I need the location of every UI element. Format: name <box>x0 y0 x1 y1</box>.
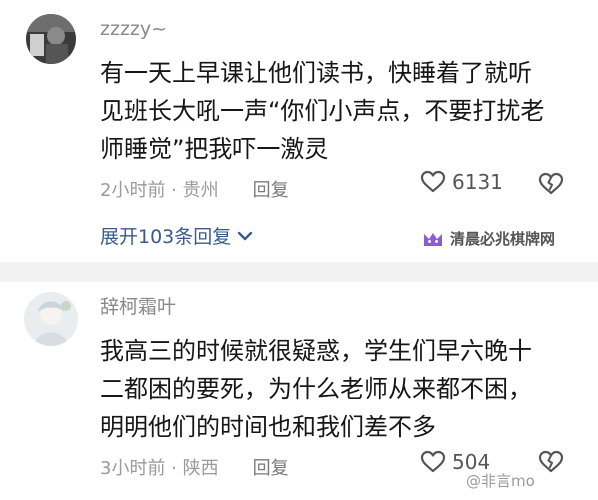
comment-line: 二都困的要死，为什么老师从来都不困， <box>100 375 532 403</box>
broken-heart-icon <box>538 172 564 195</box>
heart-outline-icon <box>420 170 446 193</box>
heart-outline-icon <box>420 450 446 473</box>
brand-logo-icon <box>424 232 442 246</box>
comment-line: 我高三的时候就很疑惑，学生们早六晚十 <box>100 337 532 365</box>
comment-line: 有一天上早课让他们读书，快睡着了就听 <box>100 59 532 87</box>
comment-line: 师睡觉”把我吓一激灵 <box>100 135 329 163</box>
timestamp-location: 2小时前 · 贵州 <box>100 180 219 201</box>
source-watermark: @非言mo <box>466 472 535 490</box>
comment-item: 辞柯霜叶 我高三的时候就很疑惑，学生们早六晚十 二都困的要死，为什么老师从来都不… <box>0 282 598 500</box>
chevron-down-icon <box>238 231 253 240</box>
comment-text: 有一天上早课让他们读书，快睡着了就听 见班长大吼一声“你们小声点，不要打扰老 师… <box>100 54 570 168</box>
comment-text: 我高三的时候就很疑惑，学生们早六晚十 二都困的要死，为什么老师从来都不困， 明明… <box>100 332 570 446</box>
timestamp-location: 3小时前 · 陕西 <box>100 458 219 479</box>
comment-meta: 2小时前 · 贵州 回复 <box>100 176 289 202</box>
broken-heart-icon <box>538 450 564 473</box>
dislike-button[interactable] <box>538 450 564 478</box>
reply-button[interactable]: 回复 <box>253 454 289 480</box>
username[interactable]: 辞柯霜叶 <box>100 292 176 319</box>
like-count: 6131 <box>452 170 503 194</box>
reply-button[interactable]: 回复 <box>253 176 289 202</box>
comment-item: zzzzy~ 有一天上早课让他们读书，快睡着了就听 见班长大吼一声“你们小声点，… <box>0 0 598 262</box>
avatar[interactable] <box>24 292 78 346</box>
comment-divider <box>0 262 598 282</box>
like-button[interactable]: 6131 <box>420 170 503 194</box>
brand-watermark: 清晨必兆棋牌网 <box>422 228 555 249</box>
dislike-button[interactable] <box>538 172 564 200</box>
expand-replies-label: 展开103条回复 <box>100 226 232 248</box>
brand-name: 清晨必兆棋牌网 <box>450 230 556 248</box>
username[interactable]: zzzzy~ <box>100 18 167 40</box>
comment-line: 见班长大吼一声“你们小声点，不要打扰老 <box>100 97 545 125</box>
expand-replies-button[interactable]: 展开103条回复 <box>100 222 253 249</box>
comment-line: 明明他们的时间也和我们差不多 <box>100 413 436 441</box>
comment-meta: 3小时前 · 陕西 回复 <box>100 454 289 480</box>
avatar[interactable] <box>26 14 76 64</box>
